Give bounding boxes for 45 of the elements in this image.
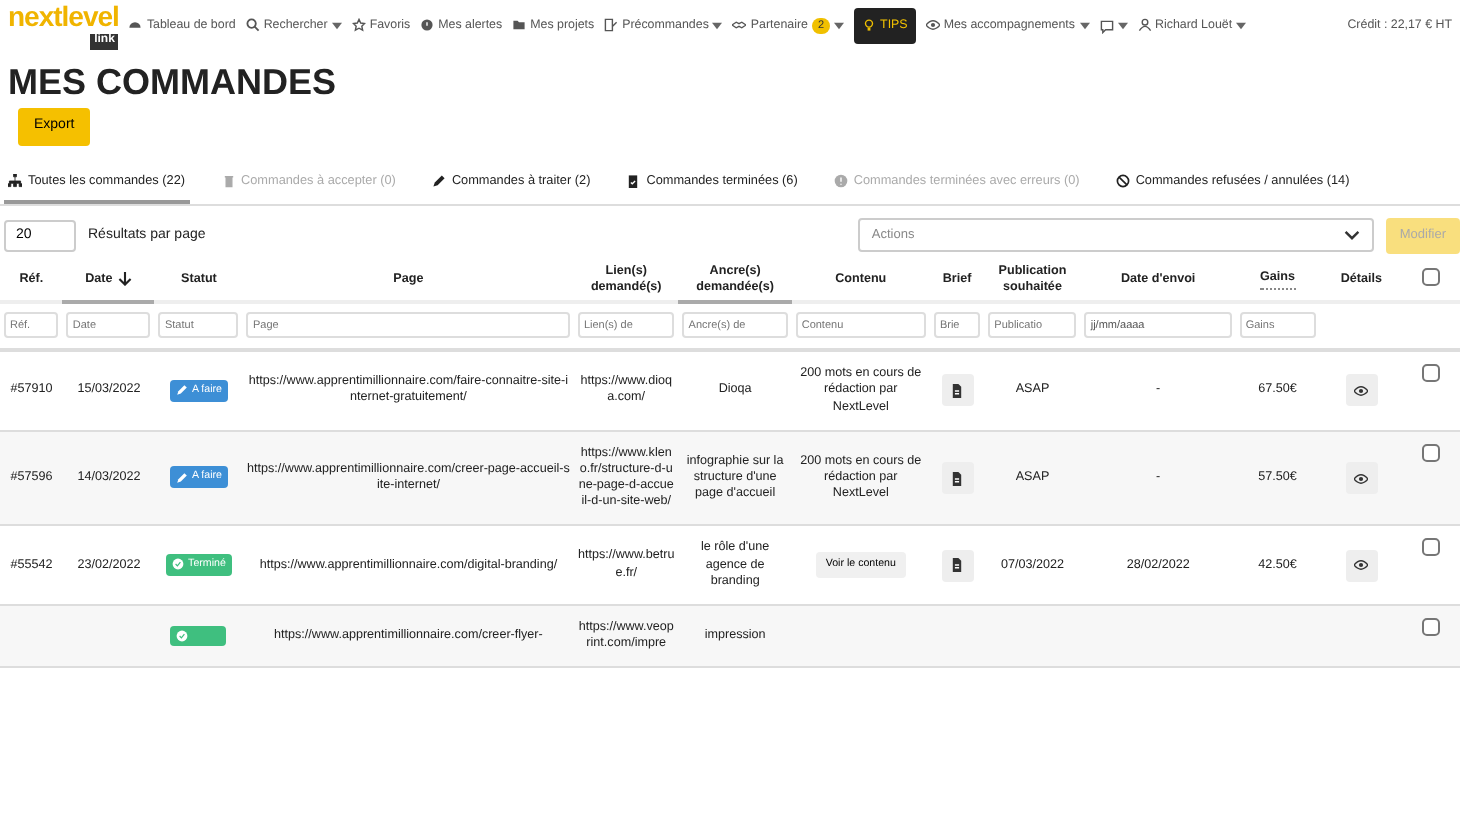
sitemap-icon: [8, 173, 22, 188]
caret-icon: [1236, 21, 1247, 30]
exclamation-circle-icon: [833, 173, 848, 188]
clipboard-icon: [626, 173, 641, 188]
details-button[interactable]: [1345, 374, 1378, 407]
pencil-icon: [431, 173, 446, 188]
row-checkbox[interactable]: [1422, 538, 1441, 557]
gauge-icon: [128, 18, 143, 33]
trash-icon: [221, 173, 235, 188]
pencil-icon: [175, 471, 188, 484]
sort-arrow-icon: [118, 271, 133, 286]
eye-icon: [1354, 471, 1369, 486]
chevron-icon: [1343, 230, 1360, 241]
caret-icon: [712, 21, 723, 30]
brief-button[interactable]: [941, 374, 974, 407]
details-button[interactable]: [1345, 549, 1378, 582]
page-title: MES COMMANDES: [8, 64, 339, 100]
eye-icon: [925, 18, 940, 33]
lightbulb-icon: [862, 18, 877, 33]
document-icon: [950, 558, 965, 573]
row-checkbox[interactable]: [1422, 617, 1441, 636]
pencil-icon: [175, 384, 188, 397]
eye-icon: [1354, 383, 1369, 398]
row-checkbox[interactable]: [1422, 443, 1441, 462]
ban-icon: [1115, 173, 1130, 188]
caret-icon: [1117, 22, 1128, 30]
search-icon: [245, 18, 260, 33]
chat-menu-button[interactable]: [1099, 19, 1128, 33]
caret-icon: [331, 21, 342, 30]
brief-button[interactable]: [941, 549, 974, 582]
select-all-checkbox[interactable]: [1422, 267, 1441, 286]
details-button[interactable]: [1345, 462, 1378, 495]
document-icon: [950, 471, 965, 486]
eye-icon: [1354, 558, 1369, 573]
star-icon: [351, 18, 366, 33]
caret-icon: [834, 21, 845, 30]
row-checkbox[interactable]: [1422, 364, 1441, 383]
chat-bubble-icon: [1099, 19, 1114, 33]
user-icon: [1137, 18, 1152, 33]
check-circle-icon: [172, 558, 185, 571]
brief-button[interactable]: [941, 462, 974, 495]
document-icon: [950, 383, 965, 398]
alert-icon: [420, 18, 435, 33]
folder-icon: [512, 18, 527, 33]
caret-icon: [1079, 21, 1090, 30]
